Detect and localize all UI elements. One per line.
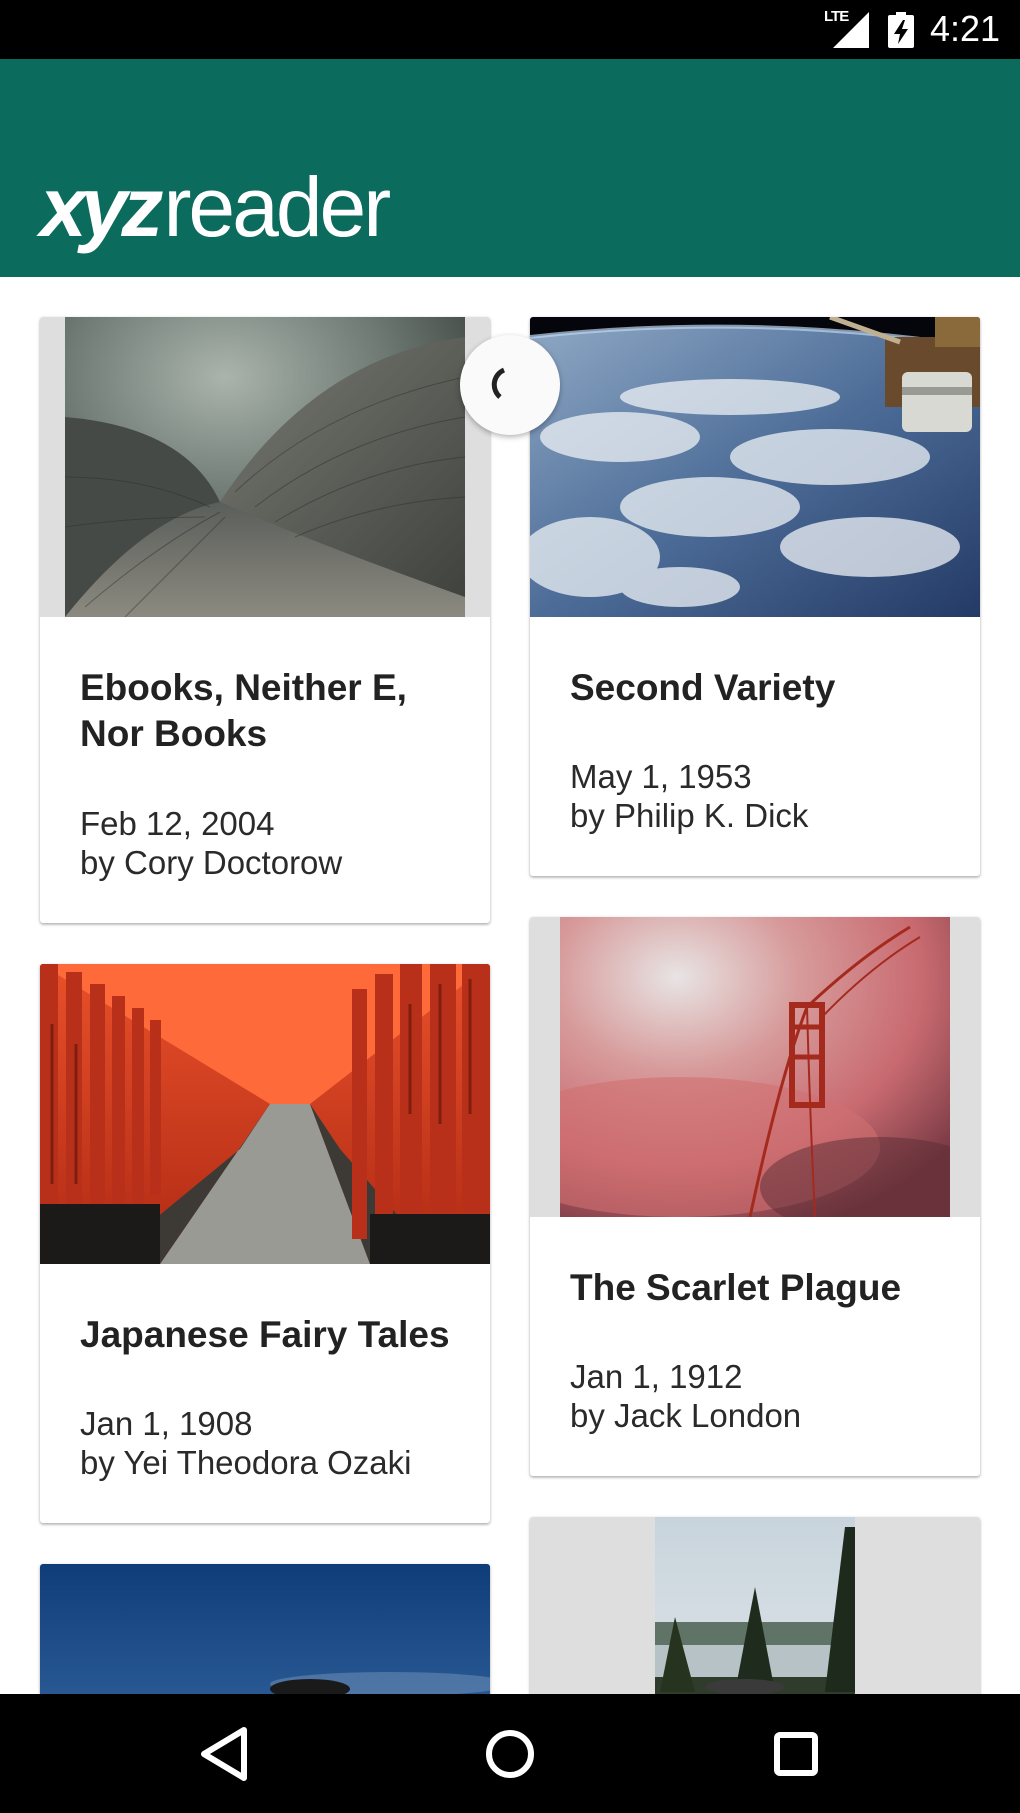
article-title: The Scarlet Plague	[570, 1267, 902, 1308]
battery-charging-icon	[888, 12, 914, 48]
article-date: Jan 1, 1908	[80, 1405, 253, 1442]
opera-house-roof-photo	[65, 317, 465, 617]
article-card[interactable]: Ebooks, Neither E, Nor Books Feb 12, 200…	[40, 317, 490, 923]
article-card[interactable]: Second Variety May 1, 1953 by Philip K. …	[530, 317, 980, 876]
earth-from-space-photo	[530, 317, 980, 617]
article-thumbnail	[40, 964, 490, 1264]
article-date: May 1, 1953	[570, 758, 752, 795]
network-type-label: LTE	[824, 8, 849, 25]
article-card[interactable]: Japanese Fairy Tales Jan 1, 1908 by Yei …	[40, 964, 490, 1523]
navigation-bar	[0, 1694, 1020, 1813]
logo-light-text: reader	[163, 160, 391, 254]
article-thumbnail	[530, 317, 980, 617]
refresh-spinner-icon	[491, 367, 506, 399]
torii-gates-photo	[40, 964, 490, 1264]
article-title: Japanese Fairy Tales	[80, 1314, 450, 1355]
screen: LTE 4:21 xyzreader Ebooks, Neither E, No…	[0, 0, 1020, 1813]
article-card[interactable]: The Scarlet Plague Jan 1, 1912 by Jack L…	[530, 917, 980, 1476]
article-thumbnail	[40, 317, 490, 617]
article-author: by Yei Theodora Ozaki	[80, 1444, 412, 1481]
bridge-in-red-fog-photo	[560, 917, 950, 1217]
back-icon[interactable]	[186, 1716, 262, 1792]
logo-bold-text: xyz	[40, 160, 163, 254]
article-thumbnail	[530, 917, 980, 1217]
article-author: by Cory Doctorow	[80, 844, 343, 881]
status-bar: LTE 4:21	[0, 0, 1020, 59]
article-title: Ebooks, Neither E, Nor Books	[80, 667, 407, 754]
clock: 4:21	[930, 8, 1001, 49]
home-icon[interactable]	[472, 1716, 548, 1792]
article-date: Jan 1, 1912	[570, 1358, 743, 1395]
article-date: Feb 12, 2004	[80, 805, 275, 842]
article-title: Second Variety	[570, 667, 836, 708]
app-logo: xyzreader	[40, 157, 391, 257]
article-author: by Philip K. Dick	[570, 797, 809, 834]
recents-icon[interactable]	[758, 1716, 834, 1792]
article-author: by Jack London	[570, 1397, 802, 1434]
app-bar: xyzreader	[0, 59, 1020, 277]
refresh-spinner	[460, 335, 560, 435]
